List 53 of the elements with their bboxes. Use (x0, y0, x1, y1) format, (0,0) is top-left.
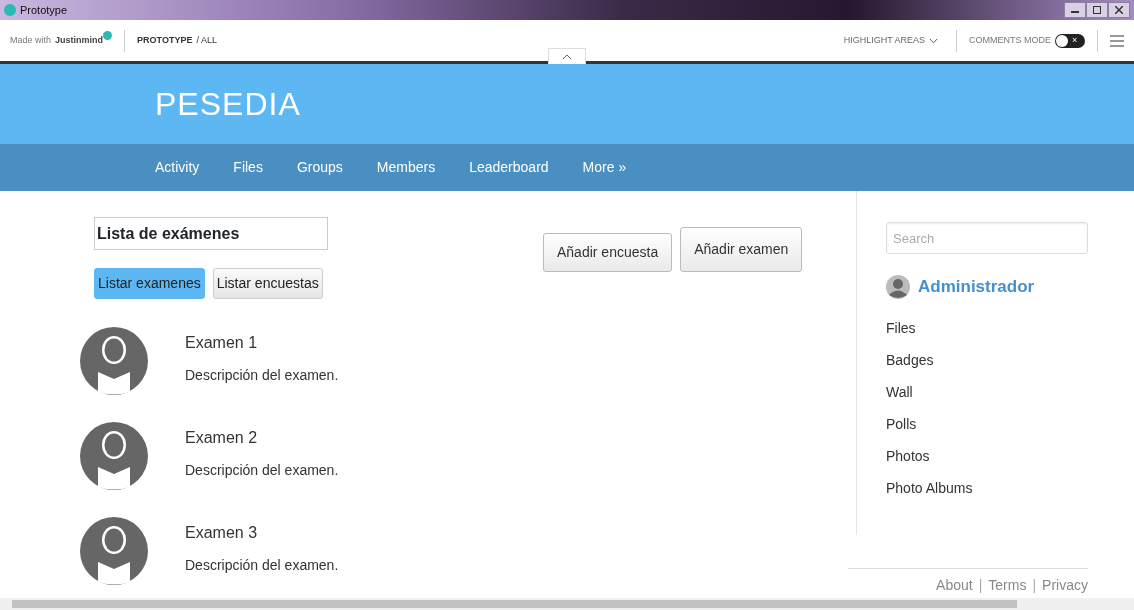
nav-link[interactable]: Activity (155, 157, 200, 178)
action-button[interactable]: Añadir encuesta (543, 233, 673, 272)
avatar-icon (80, 327, 148, 395)
sidebar-link[interactable]: Photos (886, 445, 1134, 467)
breadcrumb-current: PROTOTYPE (137, 33, 193, 47)
highlight-dropdown[interactable]: HIGHLIGHT AREAS (837, 32, 944, 49)
comments-toggle[interactable]: × (1055, 33, 1085, 48)
item-title[interactable]: Examen 3 (185, 521, 339, 545)
sidebar-link[interactable]: Files (886, 317, 1134, 339)
breadcrumb-link[interactable]: / ALL (196, 33, 217, 48)
nav-link[interactable]: More » (582, 157, 627, 178)
app-icon (4, 4, 16, 16)
nav-link[interactable]: Leaderboard (469, 157, 549, 178)
window-title: Prototype (20, 2, 68, 18)
footer-link[interactable]: Terms (988, 577, 1027, 594)
brand-logo: Justinmind (55, 33, 104, 47)
nav-link[interactable]: Members (376, 157, 436, 178)
footer-link[interactable]: About (936, 577, 973, 594)
sidebar-link[interactable]: Wall (886, 381, 1134, 403)
sidebar-link[interactable]: Photo Albums (886, 477, 1134, 499)
avatar-icon (80, 422, 148, 490)
maximize-button[interactable] (1086, 2, 1108, 18)
site-title: PESEDIA (155, 84, 301, 124)
sidebar-link[interactable]: Polls (886, 413, 1134, 435)
made-with-label: Made with (10, 33, 52, 47)
chevron-down-icon (929, 37, 938, 44)
restore-icon (1093, 6, 1101, 15)
sidebar-link[interactable]: Badges (886, 349, 1134, 371)
chevron-up-icon (562, 54, 572, 60)
close-icon (1115, 6, 1123, 15)
item-title[interactable]: Examen 1 (185, 331, 339, 355)
menu-icon[interactable] (1110, 34, 1124, 47)
action-button[interactable]: Añadir examen (680, 227, 803, 272)
nav-link[interactable]: Files (233, 157, 263, 178)
comments-mode-label: COMMENTS MODE (969, 33, 1051, 47)
avatar-icon (80, 517, 148, 585)
item-title[interactable]: Examen 2 (185, 426, 339, 450)
footer-separator: | (978, 577, 983, 594)
page-title: Lista de exámenes (94, 217, 328, 250)
item-description: Descripción del examen. (185, 366, 339, 385)
user-avatar-icon (886, 274, 910, 299)
item-description: Descripción del examen. (185, 556, 339, 575)
item-description: Descripción del examen. (185, 461, 339, 480)
nav-link[interactable]: Groups (296, 157, 343, 178)
footer-link[interactable]: Privacy (1042, 577, 1088, 594)
brand-dot-icon (103, 31, 113, 40)
tab[interactable]: Listar examenes (94, 268, 205, 299)
footer-separator: | (1032, 577, 1037, 594)
horizontal-scrollbar[interactable] (0, 598, 1134, 610)
minimize-button[interactable] (1064, 2, 1086, 18)
tab[interactable]: Listar encuestas (212, 268, 323, 299)
search-field[interactable]: Search (886, 222, 1088, 254)
close-button[interactable] (1108, 2, 1130, 18)
